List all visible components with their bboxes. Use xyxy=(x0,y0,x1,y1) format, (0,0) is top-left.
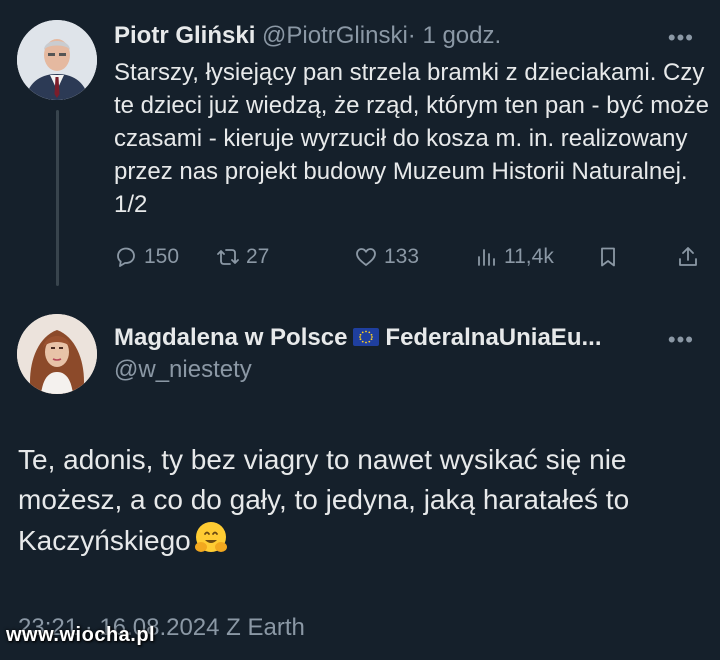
analytics-icon xyxy=(478,249,495,266)
bookmark-button[interactable] xyxy=(596,240,620,274)
tweet-actions-bar: 150 27 133 11,4k xyxy=(114,240,704,274)
avatar-photo-icon xyxy=(17,20,97,100)
share-button[interactable] xyxy=(676,240,700,274)
more-options-icon[interactable]: ••• xyxy=(668,27,694,49)
repost-count: 27 xyxy=(246,245,270,268)
avatar-photo-icon xyxy=(17,314,97,394)
tweet-detail-view: Piotr Gliński @PiotrGlinski· 1 godz. •••… xyxy=(0,0,720,660)
eu-flag-icon xyxy=(353,327,380,346)
hugging-face-emoji-icon xyxy=(194,522,227,552)
views-count: 11,4k xyxy=(504,245,554,268)
views-button[interactable]: 11,4k xyxy=(474,240,554,274)
avatar[interactable] xyxy=(17,20,97,100)
tweet-text: Te, adonis, ty bez viagry to nawet wysik… xyxy=(18,440,708,561)
tweet-text: Starszy, łysiejący pan strzela bramki z … xyxy=(114,59,709,218)
heart-icon xyxy=(356,248,376,266)
thread-connector-line xyxy=(56,110,59,286)
author-name-suffix[interactable]: FederalnaUniaEu... xyxy=(385,324,601,351)
author-handle[interactable]: @w_niestety xyxy=(114,354,252,386)
watermark: www.wiocha.pl xyxy=(6,624,156,646)
reply-icon xyxy=(117,247,135,267)
share-icon xyxy=(679,247,697,266)
repost-icon xyxy=(217,249,239,265)
tweet-time[interactable]: · 1 godz. xyxy=(408,22,501,49)
more-options-icon[interactable]: ••• xyxy=(668,329,694,351)
avatar[interactable] xyxy=(17,314,97,394)
bookmark-icon xyxy=(601,247,615,267)
tweet-header: Piotr Gliński @PiotrGlinski· 1 godz. xyxy=(114,20,660,52)
author-handle[interactable]: @PiotrGlinski xyxy=(262,22,408,49)
like-button[interactable]: 133 xyxy=(354,240,419,274)
like-count: 133 xyxy=(384,245,420,268)
tweet-header: Magdalena w Polsce FederalnaUniaEu... xyxy=(114,322,660,354)
author-name[interactable]: Piotr Gliński xyxy=(114,22,255,49)
author-name[interactable]: Magdalena w Polsce xyxy=(114,324,347,351)
tweet-text-content: Te, adonis, ty bez viagry to nawet wysik… xyxy=(18,444,630,556)
parent-tweet[interactable]: Piotr Gliński @PiotrGlinski· 1 godz. •••… xyxy=(0,0,720,296)
reply-count: 150 xyxy=(144,245,180,268)
repost-button[interactable]: 27 xyxy=(216,240,269,274)
reply-button[interactable]: 150 xyxy=(114,240,179,274)
